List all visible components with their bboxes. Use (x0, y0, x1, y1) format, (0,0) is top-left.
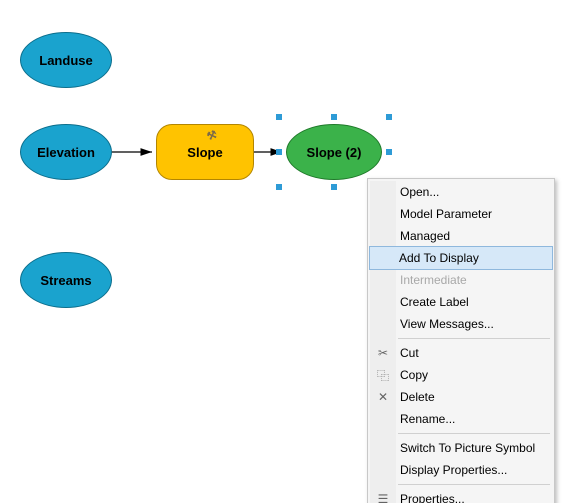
cut-icon: ✂ (375, 345, 391, 361)
menu-item-managed[interactable]: Managed (370, 225, 552, 247)
menu-item-cut[interactable]: ✂ Cut (370, 342, 552, 364)
selection-handle[interactable] (276, 114, 282, 120)
menu-separator (398, 484, 550, 485)
delete-icon: ✕ (375, 389, 391, 405)
node-label: Streams (40, 273, 91, 288)
menu-item-label: Switch To Picture Symbol (400, 441, 535, 455)
menu-item-label: Rename... (400, 412, 455, 426)
node-label: Landuse (39, 53, 92, 68)
selection-handle[interactable] (331, 114, 337, 120)
menu-separator (398, 433, 550, 434)
context-menu: Open... Model Parameter Managed Add To D… (367, 178, 555, 503)
copy-icon: ⿻ (375, 367, 391, 383)
menu-item-copy[interactable]: ⿻ Copy (370, 364, 552, 386)
node-slope-output[interactable]: Slope (2) (286, 124, 382, 180)
menu-item-label: Model Parameter (400, 207, 492, 221)
node-landuse[interactable]: Landuse (20, 32, 112, 88)
node-label: Slope (2) (307, 145, 362, 160)
node-streams[interactable]: Streams (20, 252, 112, 308)
menu-item-switch-picture-symbol[interactable]: Switch To Picture Symbol (370, 437, 552, 459)
selection-handle[interactable] (386, 114, 392, 120)
menu-item-intermediate: Intermediate (370, 269, 552, 291)
menu-item-delete[interactable]: ✕ Delete (370, 386, 552, 408)
menu-item-label: Open... (400, 185, 439, 199)
menu-item-label: Create Label (400, 295, 469, 309)
selection-handle[interactable] (386, 149, 392, 155)
menu-item-label: Managed (400, 229, 450, 243)
menu-item-label: Delete (400, 390, 435, 404)
menu-item-create-label[interactable]: Create Label (370, 291, 552, 313)
node-label: Elevation (37, 145, 95, 160)
selection-handle[interactable] (276, 184, 282, 190)
selection-handle[interactable] (276, 149, 282, 155)
menu-separator (398, 338, 550, 339)
node-elevation[interactable]: Elevation (20, 124, 112, 180)
menu-item-label: Add To Display (399, 251, 479, 265)
menu-item-label: Cut (400, 346, 419, 360)
menu-item-label: Properties... (400, 492, 465, 503)
selection-handle[interactable] (331, 184, 337, 190)
menu-item-label: Intermediate (400, 273, 467, 287)
node-label: Slope (187, 145, 222, 160)
menu-item-rename[interactable]: Rename... (370, 408, 552, 430)
menu-item-display-properties[interactable]: Display Properties... (370, 459, 552, 481)
tool-icon: ⚒ (205, 128, 219, 144)
model-canvas[interactable]: Landuse Elevation Streams ⚒ Slope Slope … (0, 0, 575, 503)
menu-item-model-parameter[interactable]: Model Parameter (370, 203, 552, 225)
properties-icon: ☰ (375, 491, 391, 503)
node-slope-tool[interactable]: ⚒ Slope (156, 124, 254, 180)
menu-item-view-messages[interactable]: View Messages... (370, 313, 552, 335)
menu-item-properties[interactable]: ☰ Properties... (370, 488, 552, 503)
menu-item-label: Copy (400, 368, 428, 382)
menu-item-label: Display Properties... (400, 463, 507, 477)
menu-item-label: View Messages... (400, 317, 494, 331)
menu-item-open[interactable]: Open... (370, 181, 552, 203)
menu-item-add-to-display[interactable]: Add To Display (369, 246, 553, 270)
